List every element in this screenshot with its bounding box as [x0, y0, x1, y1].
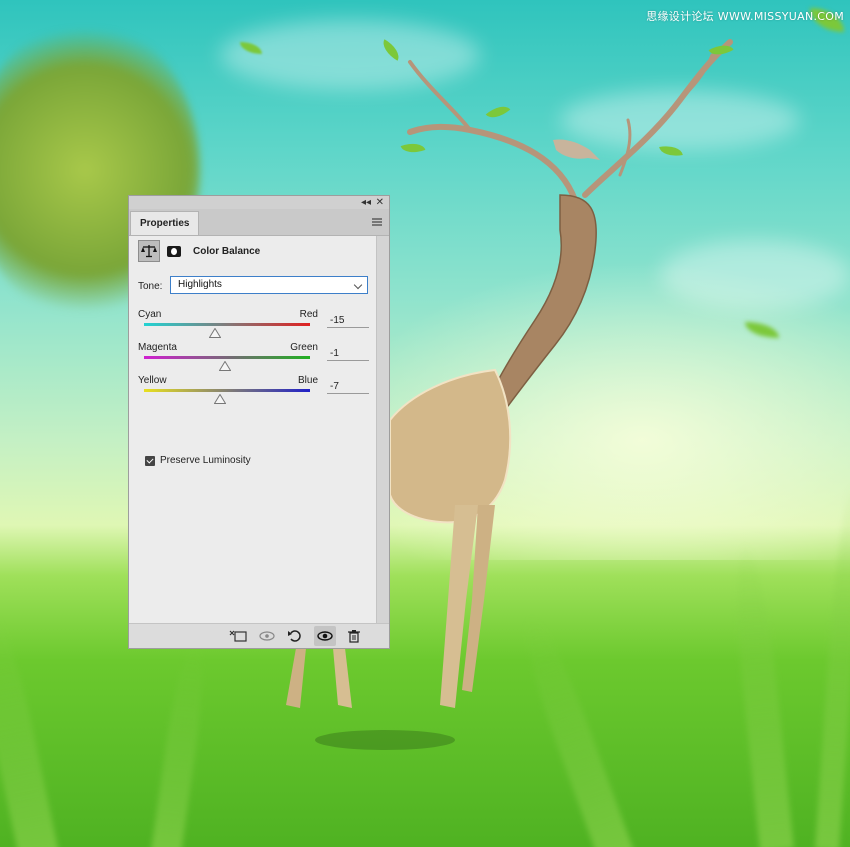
tab-properties[interactable]: Properties: [130, 211, 200, 235]
slider-magenta-green: Magenta Green -1: [138, 342, 370, 376]
slider-track[interactable]: [144, 323, 310, 326]
slider-value-input[interactable]: -1: [327, 347, 369, 361]
slider-left-label: Yellow: [138, 375, 167, 386]
slider-right-label: Red: [299, 309, 318, 320]
tone-dropdown[interactable]: Highlights: [170, 276, 368, 294]
slider-track[interactable]: [144, 389, 310, 392]
panel-scrollbar[interactable]: [376, 236, 389, 634]
slider-right-label: Blue: [297, 375, 318, 386]
watermark-text: 思缘设计论坛 WWW.MISSYUAN.COM: [646, 10, 844, 23]
slider-value-input[interactable]: -7: [327, 380, 369, 394]
tone-label: Tone:: [138, 281, 163, 292]
slider-yellow-blue: Yellow Blue -7: [138, 375, 370, 409]
slider-track[interactable]: [144, 356, 310, 359]
layer-mask-icon[interactable]: [163, 240, 185, 262]
slider-value-input[interactable]: -15: [327, 314, 369, 328]
slider-right-label: Green: [290, 342, 318, 353]
slider-left-label: Magenta: [138, 342, 177, 353]
panel-title-strip: ◂◂ ✕: [129, 196, 389, 209]
chevron-down-icon: [353, 280, 363, 290]
panel-footer-toolbar: [129, 623, 389, 648]
color-balance-icon[interactable]: [138, 240, 160, 262]
panel-menu-icon[interactable]: [372, 218, 382, 226]
double-chevron-icon[interactable]: ◂◂: [361, 197, 371, 208]
preserve-luminosity-label: Preserve Luminosity: [160, 455, 251, 466]
slider-cyan-red: Cyan Red -15: [138, 309, 370, 343]
view-previous-icon[interactable]: [256, 626, 278, 646]
visibility-eye-icon[interactable]: [314, 626, 336, 646]
panel-content: Color Balance Tone: Highlights Cyan Red …: [129, 236, 377, 634]
preserve-luminosity-option[interactable]: Preserve Luminosity: [145, 455, 251, 466]
preserve-luminosity-checkbox[interactable]: [145, 455, 155, 466]
trash-icon[interactable]: [343, 626, 365, 646]
properties-panel: ◂◂ ✕ Properties Color Balance Tone: High…: [128, 195, 390, 649]
tone-selected-value: Highlights: [178, 279, 222, 290]
adjustment-title: Color Balance: [193, 245, 261, 257]
clip-to-layer-icon[interactable]: [227, 626, 249, 646]
adjustment-header: Color Balance: [138, 240, 260, 262]
reset-icon[interactable]: [284, 626, 306, 646]
slider-left-label: Cyan: [138, 309, 162, 320]
close-icon[interactable]: ✕: [376, 197, 384, 208]
panel-tab-bar: Properties: [129, 209, 389, 236]
